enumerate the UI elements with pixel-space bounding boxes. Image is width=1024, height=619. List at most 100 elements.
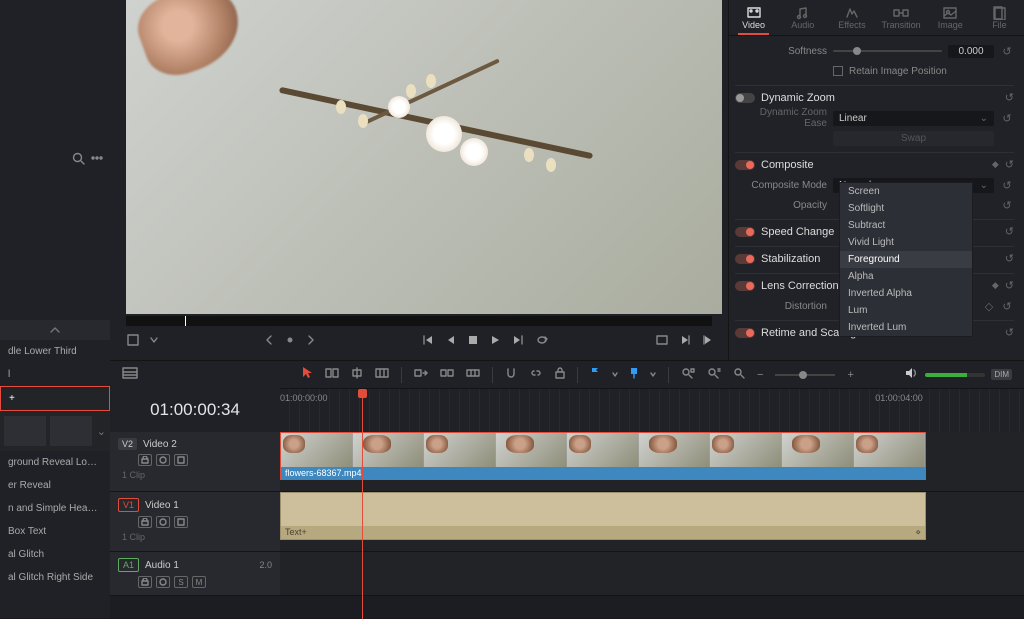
marker-dropdown-icon[interactable]: [650, 369, 656, 381]
inspector-tab-effects[interactable]: Effects: [827, 0, 876, 35]
go-end-icon[interactable]: [512, 334, 524, 349]
search-icon[interactable]: [72, 152, 85, 168]
retime-toggle[interactable]: [735, 328, 755, 338]
clip-fx-icon[interactable]: ⋄: [915, 527, 921, 538]
match-frame-icon[interactable]: [656, 335, 668, 348]
keyframe-icon[interactable]: ◆: [992, 159, 999, 170]
clip-text[interactable]: Text+ ⋄: [280, 492, 926, 540]
marker-dot-icon[interactable]: [286, 335, 294, 347]
track-lane-v2[interactable]: flowers-68367.mp4: [280, 432, 1024, 491]
sidebar-item[interactable]: ground Reveal Low…: [0, 451, 110, 474]
crop-icon[interactable]: [126, 333, 140, 350]
timeline-ruler[interactable]: 01:00:00:0001:00:04:00: [280, 388, 1024, 432]
speed-toggle[interactable]: [735, 227, 755, 237]
reset-icon[interactable]: ↺: [1005, 252, 1014, 265]
snap-icon[interactable]: [505, 367, 517, 382]
viewer-canvas[interactable]: [126, 0, 722, 314]
volume-slider[interactable]: [925, 373, 985, 377]
track-auto-icon[interactable]: [156, 454, 170, 466]
softness-value[interactable]: 0.000: [948, 45, 994, 58]
insert-tool-icon[interactable]: [375, 368, 389, 381]
reset-icon[interactable]: ↺: [1005, 225, 1014, 238]
track-header-a1[interactable]: A1 Audio 1 2.0 S M: [110, 552, 280, 595]
step-back-icon[interactable]: [446, 334, 456, 349]
step-fwd-icon[interactable]: [680, 334, 690, 349]
marker-next-icon[interactable]: [306, 335, 316, 348]
inspector-tab-transition[interactable]: Transition: [877, 0, 926, 35]
dz-ease-dropdown[interactable]: Linear ⌄: [833, 111, 994, 126]
step-fwd2-icon[interactable]: [702, 334, 712, 349]
link-icon[interactable]: [529, 368, 543, 381]
lens-toggle[interactable]: [735, 281, 755, 291]
reset-icon[interactable]: ↺: [1005, 158, 1014, 171]
chevron-down-icon[interactable]: [150, 335, 158, 347]
swap-button[interactable]: Swap: [833, 131, 994, 146]
softness-slider[interactable]: [833, 50, 942, 52]
reset-icon[interactable]: ↺: [1005, 91, 1014, 104]
sidebar-item[interactable]: al Glitch: [0, 543, 110, 566]
inspector-tab-audio[interactable]: Audio: [778, 0, 827, 35]
lock-icon[interactable]: [555, 367, 565, 382]
dropdown-item[interactable]: Alpha: [840, 268, 972, 285]
dropdown-item[interactable]: Inverted Alpha: [840, 285, 972, 302]
options-icon[interactable]: [91, 152, 104, 168]
reset-icon[interactable]: ↺: [1005, 326, 1014, 339]
sidebar-item[interactable]: l: [0, 363, 110, 386]
composite-toggle[interactable]: [735, 160, 755, 170]
dropdown-item[interactable]: Subtract: [840, 217, 972, 234]
reset-icon[interactable]: ↺: [1000, 45, 1014, 58]
track-header-v2[interactable]: V2 Video 2 1 Clip: [110, 432, 280, 491]
ripple-icon[interactable]: [440, 368, 454, 381]
track-header-v1[interactable]: V1 Video 1 1 Clip: [110, 492, 280, 551]
speed-section[interactable]: Speed Change: [761, 226, 834, 238]
track-lock-icon[interactable]: [138, 576, 152, 588]
zoom-custom-icon[interactable]: [733, 367, 745, 382]
reset-icon[interactable]: ↺: [1000, 199, 1014, 212]
sidebar-item[interactable]: er Reveal: [0, 474, 110, 497]
reset-icon[interactable]: ↺: [1000, 112, 1014, 125]
zoom-fit-icon[interactable]: [681, 367, 695, 382]
flag-icon[interactable]: [590, 367, 600, 382]
marker-prev-icon[interactable]: [264, 335, 274, 348]
dim-button[interactable]: DIM: [991, 369, 1012, 380]
trim-tool-icon[interactable]: [325, 367, 339, 382]
reset-icon[interactable]: ↺: [1000, 179, 1014, 192]
dropdown-item[interactable]: Lum: [840, 302, 972, 319]
track-disable-icon[interactable]: [174, 454, 188, 466]
sidebar-item[interactable]: n and Simple Headi…: [0, 497, 110, 520]
track-disable-icon[interactable]: [174, 516, 188, 528]
track-tag[interactable]: A1: [118, 558, 139, 572]
volume-icon[interactable]: [905, 367, 919, 382]
timecode-display[interactable]: 01:00:00:34: [110, 388, 280, 432]
blade-tool-icon[interactable]: [351, 367, 363, 382]
append-icon[interactable]: [414, 368, 428, 381]
stabilization-section[interactable]: Stabilization: [761, 253, 820, 265]
sidebar-item[interactable]: +: [0, 386, 110, 411]
sidebar-item[interactable]: al Glitch Right Side: [0, 566, 110, 589]
track-lane-a1[interactable]: [280, 552, 1024, 595]
track-solo-icon[interactable]: S: [174, 576, 188, 588]
sidebar-item[interactable]: Box Text: [0, 520, 110, 543]
play-icon[interactable]: [490, 334, 500, 349]
track-auto-icon[interactable]: [156, 576, 170, 588]
flag-dropdown-icon[interactable]: [612, 369, 618, 381]
zoom-in-icon[interactable]: +: [847, 369, 853, 381]
stop-icon[interactable]: [468, 335, 478, 348]
dropdown-item[interactable]: Foreground: [840, 251, 972, 268]
reset-icon[interactable]: ↺: [1005, 279, 1014, 292]
zoom-out-icon[interactable]: −: [757, 369, 763, 381]
stabilization-toggle[interactable]: [735, 254, 755, 264]
track-auto-icon[interactable]: [156, 516, 170, 528]
keyframe-icon[interactable]: ◇: [984, 300, 994, 313]
track-lane-v1[interactable]: Text+ ⋄: [280, 492, 1024, 551]
keyframe-icon[interactable]: ◆: [992, 280, 999, 291]
marker-flag-icon[interactable]: [630, 367, 638, 382]
dynamic-zoom-section[interactable]: Dynamic Zoom: [761, 92, 835, 104]
loop-icon[interactable]: [536, 334, 550, 349]
composite-section[interactable]: Composite: [761, 159, 814, 171]
go-start-icon[interactable]: [422, 334, 434, 349]
dynamic-zoom-toggle[interactable]: [735, 93, 755, 103]
viewer-scrubber[interactable]: [126, 316, 712, 326]
retain-checkbox[interactable]: [833, 66, 843, 76]
replace-icon[interactable]: [466, 368, 480, 381]
